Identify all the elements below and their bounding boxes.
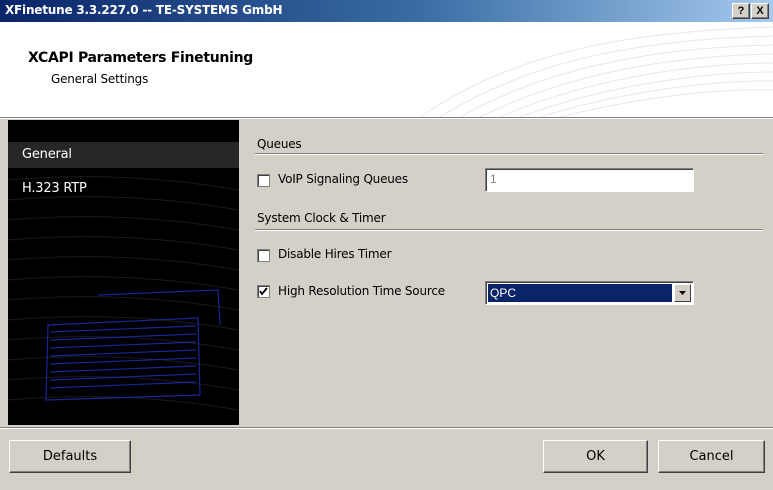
- defaults-button[interactable]: Defaults: [9, 440, 131, 473]
- voip-signaling-label: VoIP Signaling Queues: [278, 172, 408, 186]
- window-title: XFinetune 3.3.227.0 -- TE-SYSTEMS GmbH: [5, 3, 283, 17]
- voip-signaling-input[interactable]: 1: [485, 168, 694, 192]
- time-source-select[interactable]: QPC: [485, 281, 694, 305]
- voip-signaling-value: 1: [490, 172, 497, 186]
- checkmark-icon: [259, 287, 268, 296]
- header-subtitle: General Settings: [51, 72, 149, 86]
- ok-button-label: OK: [586, 449, 605, 464]
- navigation-panel: General H.323 RTP: [8, 120, 239, 425]
- header-title: XCAPI Parameters Finetuning: [28, 50, 253, 66]
- disable-hires-label: Disable Hires Timer: [278, 247, 392, 261]
- dialog-window: XFinetune 3.3.227.0 -- TE-SYSTEMS GmbH ?…: [0, 0, 773, 490]
- disable-hires-checkbox[interactable]: [257, 249, 270, 262]
- dialog-header: XCAPI Parameters Finetuning General Sett…: [0, 22, 773, 117]
- nav-item-h323-rtp[interactable]: H.323 RTP: [8, 176, 239, 202]
- ok-button[interactable]: OK: [543, 440, 648, 473]
- footer-divider: [0, 427, 773, 429]
- high-res-source-label: High Resolution Time Source: [278, 284, 445, 298]
- close-button[interactable]: X: [751, 3, 769, 19]
- cancel-button-label: Cancel: [689, 449, 734, 464]
- time-source-value: QPC: [488, 284, 672, 302]
- chevron-down-icon: [679, 291, 686, 295]
- dropdown-arrow-button[interactable]: [674, 284, 691, 302]
- help-button[interactable]: ?: [732, 3, 750, 19]
- queues-section-label: Queues: [257, 137, 302, 151]
- clock-divider: [255, 229, 763, 231]
- title-bar[interactable]: XFinetune 3.3.227.0 -- TE-SYSTEMS GmbH ?…: [0, 0, 773, 22]
- queues-divider: [255, 153, 763, 155]
- header-swirl-decoration: [419, 26, 773, 117]
- cancel-button[interactable]: Cancel: [658, 440, 765, 473]
- defaults-button-label: Defaults: [42, 449, 98, 464]
- header-divider: [0, 117, 773, 119]
- nav-item-general[interactable]: General: [8, 142, 239, 168]
- clock-section-label: System Clock & Timer: [257, 211, 386, 225]
- voip-signaling-checkbox[interactable]: [257, 174, 270, 187]
- high-res-source-checkbox[interactable]: [257, 285, 270, 298]
